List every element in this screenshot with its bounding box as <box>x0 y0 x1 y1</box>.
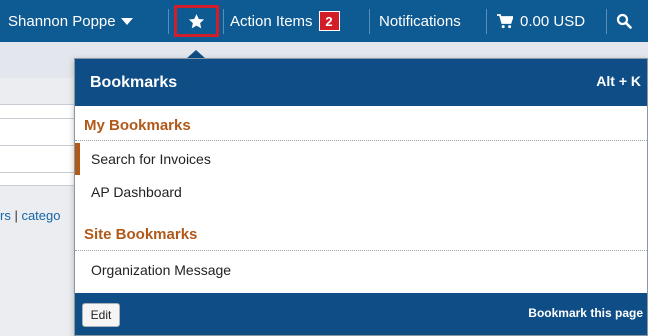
user-name: Shannon Poppe <box>8 12 116 30</box>
bookmarks-button[interactable] <box>174 5 219 37</box>
divider <box>606 9 607 34</box>
bookmarks-title: Bookmarks <box>90 74 178 91</box>
top-nav-bar: Shannon Poppe Action Items 2 Notificatio… <box>0 0 648 42</box>
user-menu[interactable]: Shannon Poppe <box>8 0 133 42</box>
search-icon <box>616 13 632 29</box>
bookmark-label: Organization Message <box>91 262 232 278</box>
chevron-down-icon <box>120 17 133 25</box>
bookmark-item[interactable]: AP Dashboard <box>75 176 647 208</box>
action-items-label: Action Items <box>230 12 313 30</box>
notifications-label: Notifications <box>379 12 461 30</box>
divider <box>168 9 169 34</box>
bookmarks-footer: Edit Bookmark this page <box>75 293 647 335</box>
bookmark-label: Search for Invoices <box>91 151 211 167</box>
action-items-link[interactable]: Action Items 2 <box>230 0 340 42</box>
edit-bookmarks-button[interactable]: Edit <box>82 303 120 327</box>
divider <box>486 9 487 34</box>
divider <box>223 9 224 34</box>
divider <box>75 250 647 251</box>
divider <box>75 140 647 141</box>
bookmark-label: AP Dashboard <box>91 184 182 200</box>
bookmark-item[interactable]: Search for Invoices <box>75 143 647 175</box>
cart-total: 0.00 USD <box>520 12 586 30</box>
bookmark-item[interactable]: Organization Message <box>75 254 647 286</box>
action-items-count-badge: 2 <box>318 11 340 31</box>
background-links: rs | catego <box>0 208 61 223</box>
divider <box>0 172 78 173</box>
divider <box>0 145 78 146</box>
background-link[interactable]: catego <box>21 208 60 223</box>
notifications-link[interactable]: Notifications <box>379 0 461 42</box>
cart-icon <box>497 13 513 28</box>
my-bookmarks-heading: My Bookmarks <box>84 117 191 134</box>
site-bookmarks-heading: Site Bookmarks <box>84 226 198 243</box>
background-link[interactable]: rs <box>0 208 11 223</box>
bookmark-this-page-link[interactable]: Bookmark this page <box>528 306 643 320</box>
bookmarks-dropdown: Bookmarks Alt + K My Bookmarks Search fo… <box>74 58 648 336</box>
link-separator: | <box>10 208 22 223</box>
divider <box>369 9 370 34</box>
bookmarks-header: Bookmarks Alt + K <box>75 59 647 106</box>
search-button[interactable] <box>616 0 632 42</box>
keyboard-shortcut: Alt + K <box>596 73 641 89</box>
cart-link[interactable]: 0.00 USD <box>497 0 585 42</box>
star-icon <box>188 13 205 28</box>
divider <box>0 118 78 119</box>
